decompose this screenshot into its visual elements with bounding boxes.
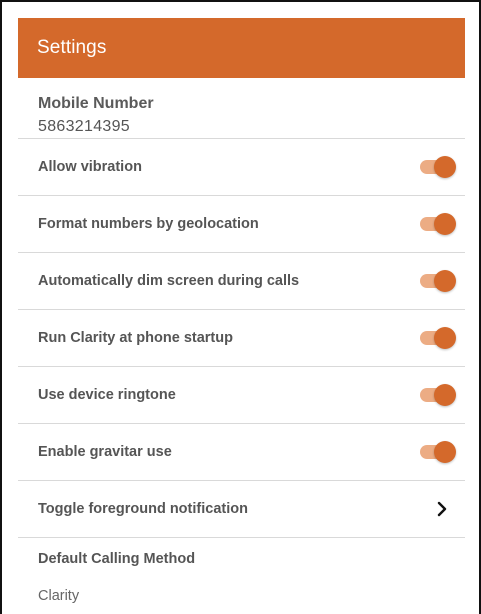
mobile-number-setting[interactable]: Mobile Number 5863214395: [18, 78, 465, 139]
device-ringtone-switch[interactable]: [420, 384, 456, 406]
allow-vibration-switch[interactable]: [420, 156, 456, 178]
dim-screen-setting[interactable]: Automatically dim screen during calls: [18, 253, 465, 310]
foreground-notification-label: Toggle foreground notification: [38, 501, 248, 517]
run-at-startup-switch[interactable]: [420, 327, 456, 349]
mobile-number-value: 5863214395: [38, 118, 130, 135]
allow-vibration-setting[interactable]: Allow vibration: [18, 139, 465, 196]
dim-screen-label: Automatically dim screen during calls: [38, 273, 300, 289]
format-numbers-label: Format numbers by geolocation: [38, 216, 259, 232]
default-calling-method-setting[interactable]: Default Calling Method Clarity: [18, 538, 465, 614]
mobile-number-label: Mobile Number: [38, 95, 154, 112]
device-ringtone-setting[interactable]: Use device ringtone: [18, 367, 465, 424]
run-at-startup-label: Run Clarity at phone startup: [38, 330, 233, 346]
app-bar: Settings: [18, 18, 465, 78]
format-numbers-switch[interactable]: [420, 213, 456, 235]
switch-thumb: [434, 327, 456, 349]
switch-thumb: [434, 384, 456, 406]
allow-vibration-label: Allow vibration: [38, 159, 142, 175]
gravitar-switch[interactable]: [420, 441, 456, 463]
switch-thumb: [434, 156, 456, 178]
settings-screen: Settings Mobile Number 5863214395 Allow …: [0, 0, 481, 614]
gravitar-label: Enable gravitar use: [38, 444, 172, 460]
dim-screen-switch[interactable]: [420, 270, 456, 292]
format-numbers-setting[interactable]: Format numbers by geolocation: [18, 196, 465, 253]
default-calling-method-label: Default Calling Method: [38, 551, 196, 567]
default-calling-method-value: Clarity: [38, 588, 80, 604]
switch-thumb: [434, 441, 456, 463]
switch-thumb: [434, 270, 456, 292]
page-title: Settings: [37, 37, 107, 58]
run-at-startup-setting[interactable]: Run Clarity at phone startup: [18, 310, 465, 367]
settings-list: Mobile Number 5863214395 Allow vibration…: [18, 78, 465, 614]
switch-thumb: [434, 213, 456, 235]
foreground-notification-setting[interactable]: Toggle foreground notification: [18, 481, 465, 538]
chevron-right-icon: [437, 501, 447, 517]
device-ringtone-label: Use device ringtone: [38, 387, 176, 403]
gravitar-setting[interactable]: Enable gravitar use: [18, 424, 465, 481]
